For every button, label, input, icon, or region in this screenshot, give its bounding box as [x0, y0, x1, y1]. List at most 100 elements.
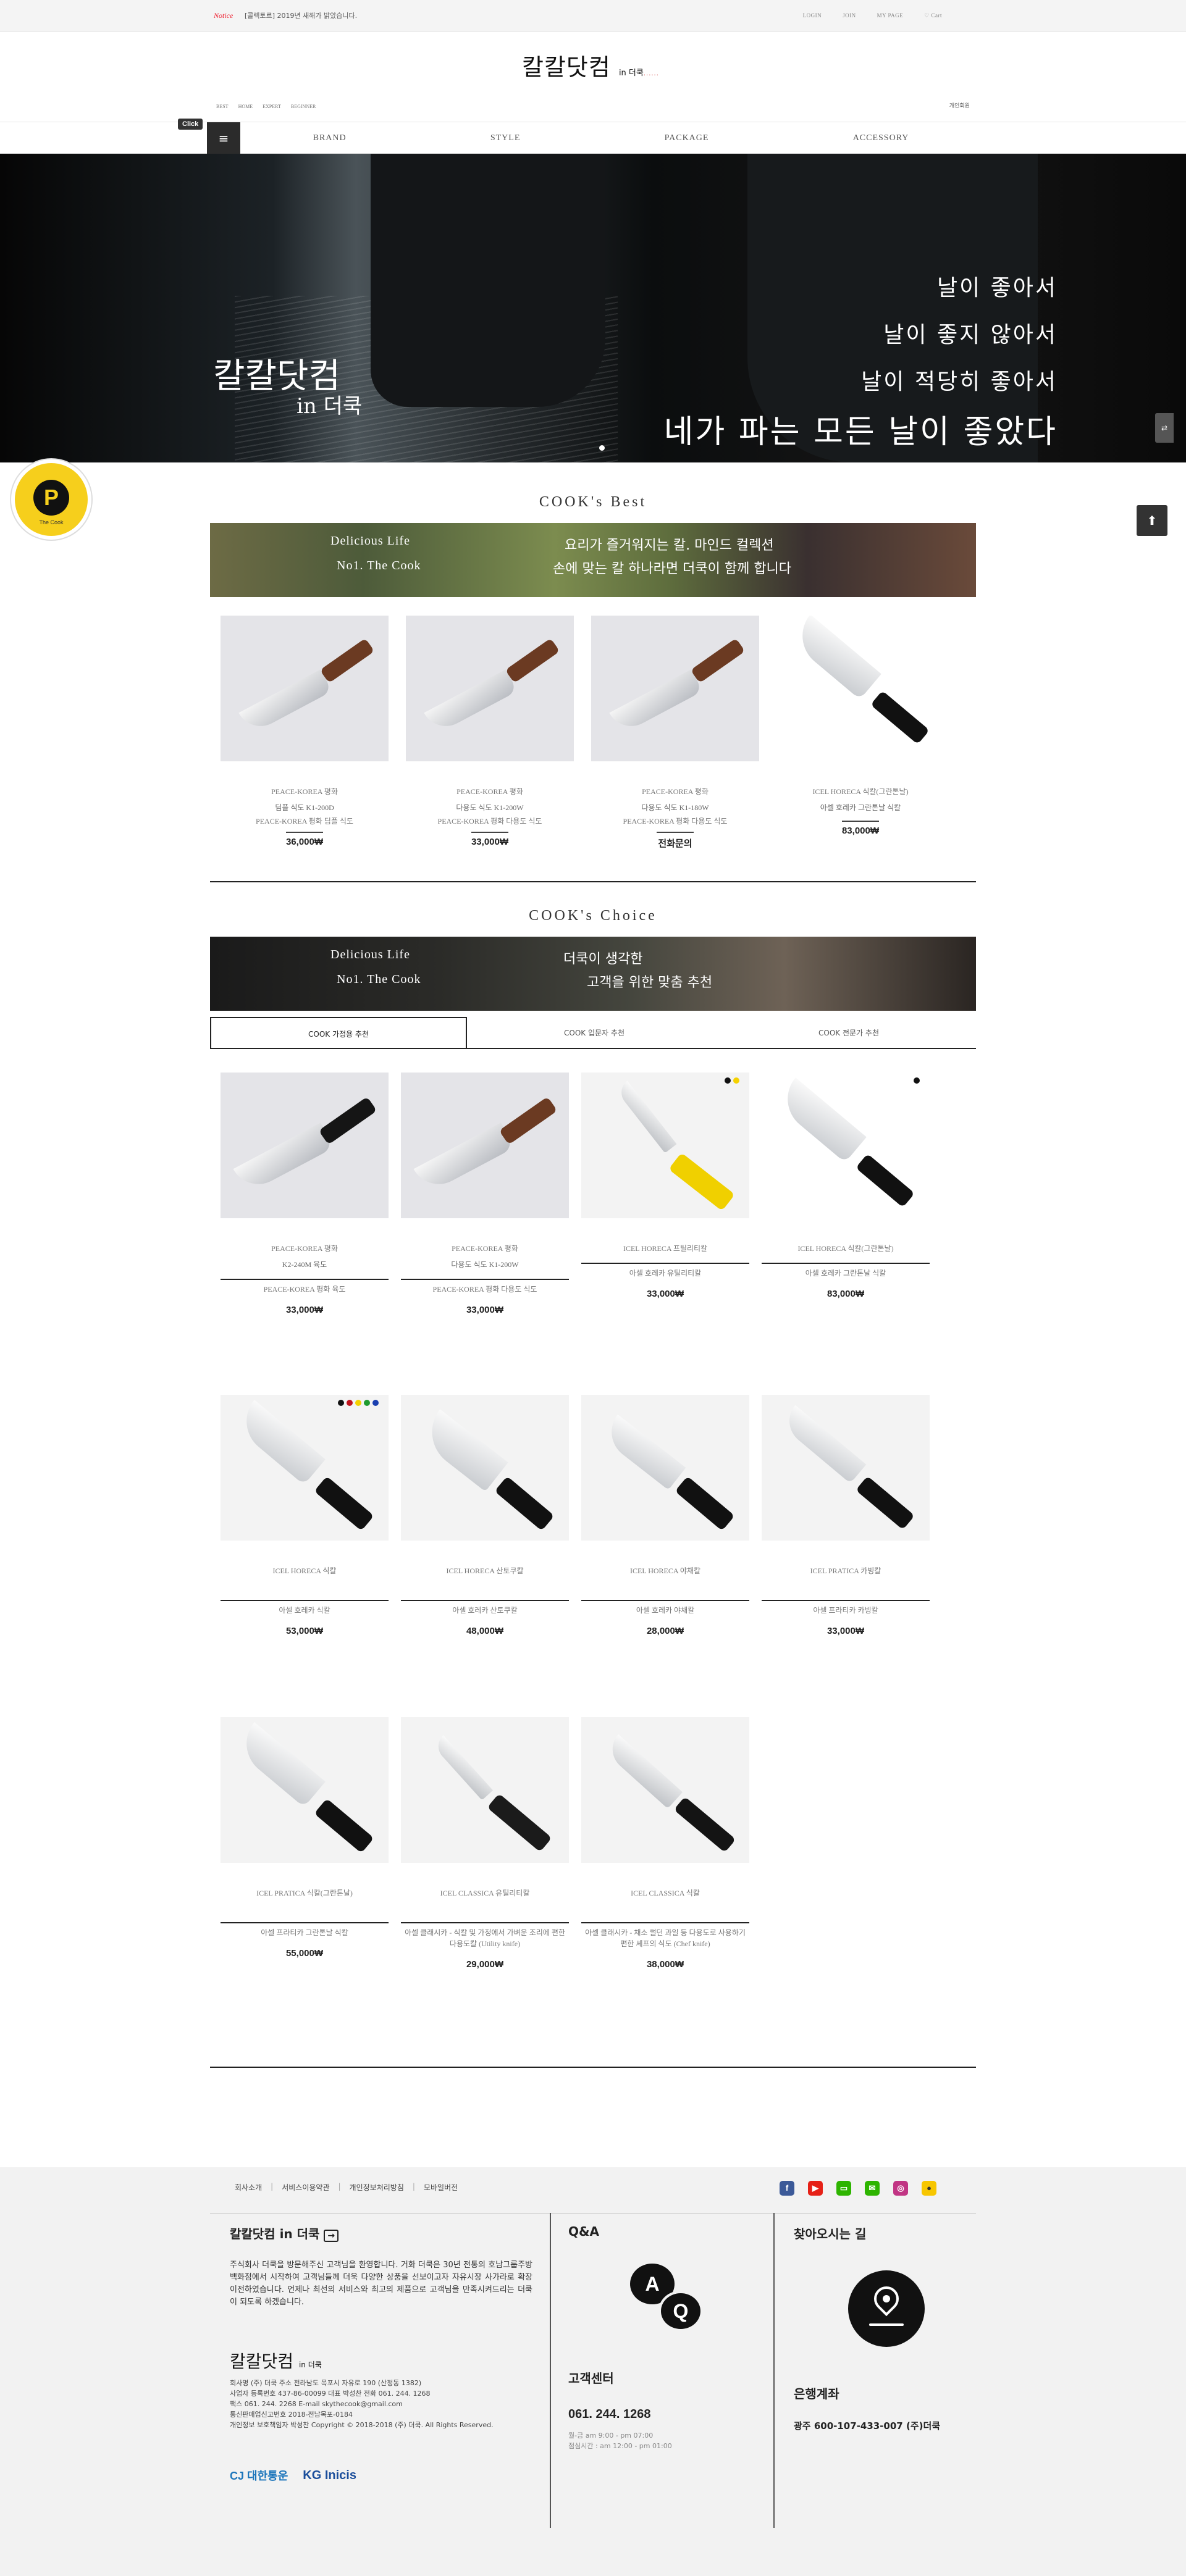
product-name[interactable]: ICEL HORECA 식칼(그란톤날) — [762, 1240, 930, 1257]
swatch-red[interactable] — [347, 1400, 353, 1406]
rule — [401, 1600, 569, 1601]
tab-expert[interactable]: COOK 전문가 추천 — [721, 1017, 976, 1048]
notice-text[interactable]: [콜렉토르] 2019년 새해가 밝았습니다. — [245, 10, 357, 20]
member-link[interactable]: 개인회원 — [949, 101, 970, 109]
swatch-black[interactable] — [725, 1077, 731, 1084]
cs-hours: 월-금 am 9:00 - pm 07:00 점심시간 : am 12:00 -… — [568, 2430, 766, 2451]
subnav-best[interactable]: BEST — [216, 104, 229, 109]
product-card[interactable]: PEACE-KOREA 평화 K2-240M 육도 PEACE-KOREA 평화… — [221, 1073, 389, 1315]
product-image[interactable] — [401, 1395, 569, 1541]
slider-dot[interactable] — [599, 445, 605, 451]
blog-icon[interactable]: ▭ — [836, 2181, 851, 2196]
footer-link-terms[interactable]: 서비스이용약관 — [282, 2182, 329, 2193]
product-image[interactable] — [401, 1073, 569, 1218]
product-name[interactable]: ICEL HORECA 야채칼 — [581, 1563, 749, 1579]
product-card[interactable]: ICEL PRATICA 카빙칼 아셀 프라티카 카빙칼 33,000₩ — [762, 1395, 930, 1636]
cart-link[interactable]: ♡ Cart — [924, 12, 942, 19]
product-card[interactable]: ICEL HORECA 식칼(그란톤날) 아셀 호레카 그란톤날 식칼 83,0… — [762, 1073, 930, 1299]
product-name[interactable]: ICEL PRATICA 카빙칼 — [762, 1563, 930, 1579]
product-name[interactable]: ICEL PRATICA 식칼(그란톤날) — [221, 1885, 389, 1901]
location-pin-icon[interactable] — [848, 2270, 925, 2347]
product-image[interactable] — [221, 1717, 389, 1863]
menu-icon[interactable]: ≡ — [207, 122, 240, 154]
sub-nav: BEST HOME EXPERT BEGINNER — [216, 104, 316, 109]
mail-icon[interactable]: ✉ — [865, 2181, 880, 2196]
product-image[interactable] — [591, 616, 759, 761]
swatch-yellow[interactable] — [355, 1400, 361, 1406]
scroll-top-icon[interactable]: ⬆ — [1137, 505, 1167, 536]
product-image[interactable] — [581, 1073, 749, 1218]
product-name[interactable]: PEACE-KOREA 평화 — [591, 784, 759, 800]
qa-icon[interactable]: A Q — [630, 2264, 704, 2338]
product-image[interactable] — [762, 1073, 930, 1218]
product-card[interactable]: ICEL CLASSICA 유틸리티칼 아셀 클래시카 - 식칼 및 가정에서 … — [401, 1717, 569, 1970]
rule — [471, 832, 508, 833]
nav-package[interactable]: PACKAGE — [665, 133, 709, 143]
youtube-icon[interactable]: ▶ — [808, 2181, 823, 2196]
subnav-home[interactable]: HOME — [238, 104, 253, 109]
subnav-expert[interactable]: EXPERT — [263, 104, 281, 109]
product-image[interactable] — [776, 616, 944, 761]
product-card[interactable]: ICEL PRATICA 식칼(그란톤날) 아셀 프라티카 그란톤날 식칼 55… — [221, 1717, 389, 1959]
mypage-link[interactable]: MY PAGE — [877, 12, 904, 19]
product-card[interactable]: PEACE-KOREA 평화 다용도 식도 K1-180W PEACE-KORE… — [591, 616, 759, 850]
swatch-green[interactable] — [364, 1400, 370, 1406]
nav-accessory[interactable]: ACCESSORY — [853, 133, 909, 143]
footer-link-mobile[interactable]: 모바일버전 — [424, 2182, 458, 2193]
rule — [842, 821, 879, 822]
rule — [221, 1600, 389, 1601]
product-name[interactable]: ICEL HORECA 산토쿠칼 — [401, 1563, 569, 1579]
product-card[interactable]: ICEL HORECA 야채칼 아셀 호레카 야채칼 28,000₩ — [581, 1395, 749, 1636]
hero-banner[interactable]: 칼칼닷컴 in 더쿡 날이 좋아서 날이 좋지 않아서 날이 적당히 좋아서 네… — [0, 154, 1186, 462]
login-link[interactable]: LOGIN — [803, 12, 822, 19]
product-name[interactable]: ICEL HORECA 식칼 — [221, 1563, 389, 1579]
product-card[interactable]: ICEL HORECA 식칼 아셀 호레카 식칼 53,000₩ — [221, 1395, 389, 1636]
kakao-icon[interactable]: ● — [922, 2181, 936, 2196]
footer-link-company[interactable]: 회사소개 — [235, 2182, 262, 2193]
tab-beginner[interactable]: COOK 입문자 추천 — [467, 1017, 721, 1048]
arrow-icon[interactable]: → — [324, 2230, 339, 2242]
product-image[interactable] — [406, 616, 574, 761]
subnav-beginner[interactable]: BEGINNER — [291, 104, 316, 109]
side-tab-icon[interactable]: ⇄ — [1155, 413, 1174, 443]
product-name[interactable]: ICEL HORECA 식칼(그란톤날) — [776, 784, 944, 800]
product-card[interactable]: PEACE-KOREA 평화 딤플 식도 K1-200D PEACE-KOREA… — [221, 616, 389, 847]
product-name[interactable]: PEACE-KOREA 평화 — [401, 1240, 569, 1257]
product-image[interactable] — [762, 1395, 930, 1541]
product-image[interactable] — [221, 616, 389, 761]
nav-style[interactable]: STYLE — [490, 133, 521, 143]
product-card[interactable]: ICEL HORECA 식칼(그란톤날) 아셀 호레카 그란톤날 식칼 83,0… — [776, 616, 944, 836]
product-name[interactable]: PEACE-KOREA 평화 — [221, 784, 389, 800]
product-name[interactable]: PEACE-KOREA 평화 — [406, 784, 574, 800]
product-name[interactable]: ICEL CLASSICA 유틸리티칼 — [401, 1885, 569, 1901]
product-card[interactable]: ICEL HORECA 프틸리티칼 아셀 호레카 유틸리티칼 33,000₩ — [581, 1073, 749, 1299]
product-name[interactable]: PEACE-KOREA 평화 — [221, 1240, 389, 1257]
swatch-yellow[interactable] — [733, 1077, 739, 1084]
product-card[interactable]: ICEL CLASSICA 식칼 아셀 클래시카 - 채소 썰던 과일 등 다용… — [581, 1717, 749, 1970]
facebook-icon[interactable]: f — [780, 2181, 794, 2196]
product-name[interactable]: ICEL CLASSICA 식칼 — [581, 1885, 749, 1901]
product-card[interactable]: PEACE-KOREA 평화 다용도 식도 K1-200W PEACE-KORE… — [406, 616, 574, 847]
product-image[interactable] — [581, 1395, 749, 1541]
product-card[interactable]: PEACE-KOREA 평화 다용도 식도 K1-200W PEACE-KORE… — [401, 1073, 569, 1315]
swatch-blue[interactable] — [372, 1400, 379, 1406]
site-logo[interactable]: 칼칼닷컴 in 더쿡...... — [522, 48, 659, 82]
rule — [762, 1600, 930, 1601]
cs-phone[interactable]: 061. 244. 1268 — [568, 2407, 766, 2422]
footer-logo[interactable]: 칼칼닷컴 in 더쿡 — [230, 2348, 532, 2373]
tab-home[interactable]: COOK 가정용 추천 — [210, 1017, 467, 1048]
product-name[interactable]: ICEL HORECA 프틸리티칼 — [581, 1240, 749, 1257]
product-image[interactable] — [221, 1073, 389, 1218]
swatch-black[interactable] — [914, 1077, 920, 1084]
product-image[interactable] — [401, 1717, 569, 1863]
product-image[interactable] — [581, 1717, 749, 1863]
product-card[interactable]: ICEL HORECA 산토쿠칼 아셀 호레카 산토쿠칼 48,000₩ — [401, 1395, 569, 1636]
instagram-icon[interactable]: ◎ — [893, 2181, 908, 2196]
floating-badge[interactable]: P The Cook — [11, 459, 91, 540]
swatch-black[interactable] — [338, 1400, 344, 1406]
about-title[interactable]: 칼칼닷컴 in 더쿡 → — [230, 2224, 532, 2242]
join-link[interactable]: JOIN — [843, 12, 856, 19]
nav-brand[interactable]: BRAND — [313, 133, 347, 143]
footer-link-privacy[interactable]: 개인정보처리방침 — [350, 2182, 404, 2193]
product-image[interactable] — [221, 1395, 389, 1541]
